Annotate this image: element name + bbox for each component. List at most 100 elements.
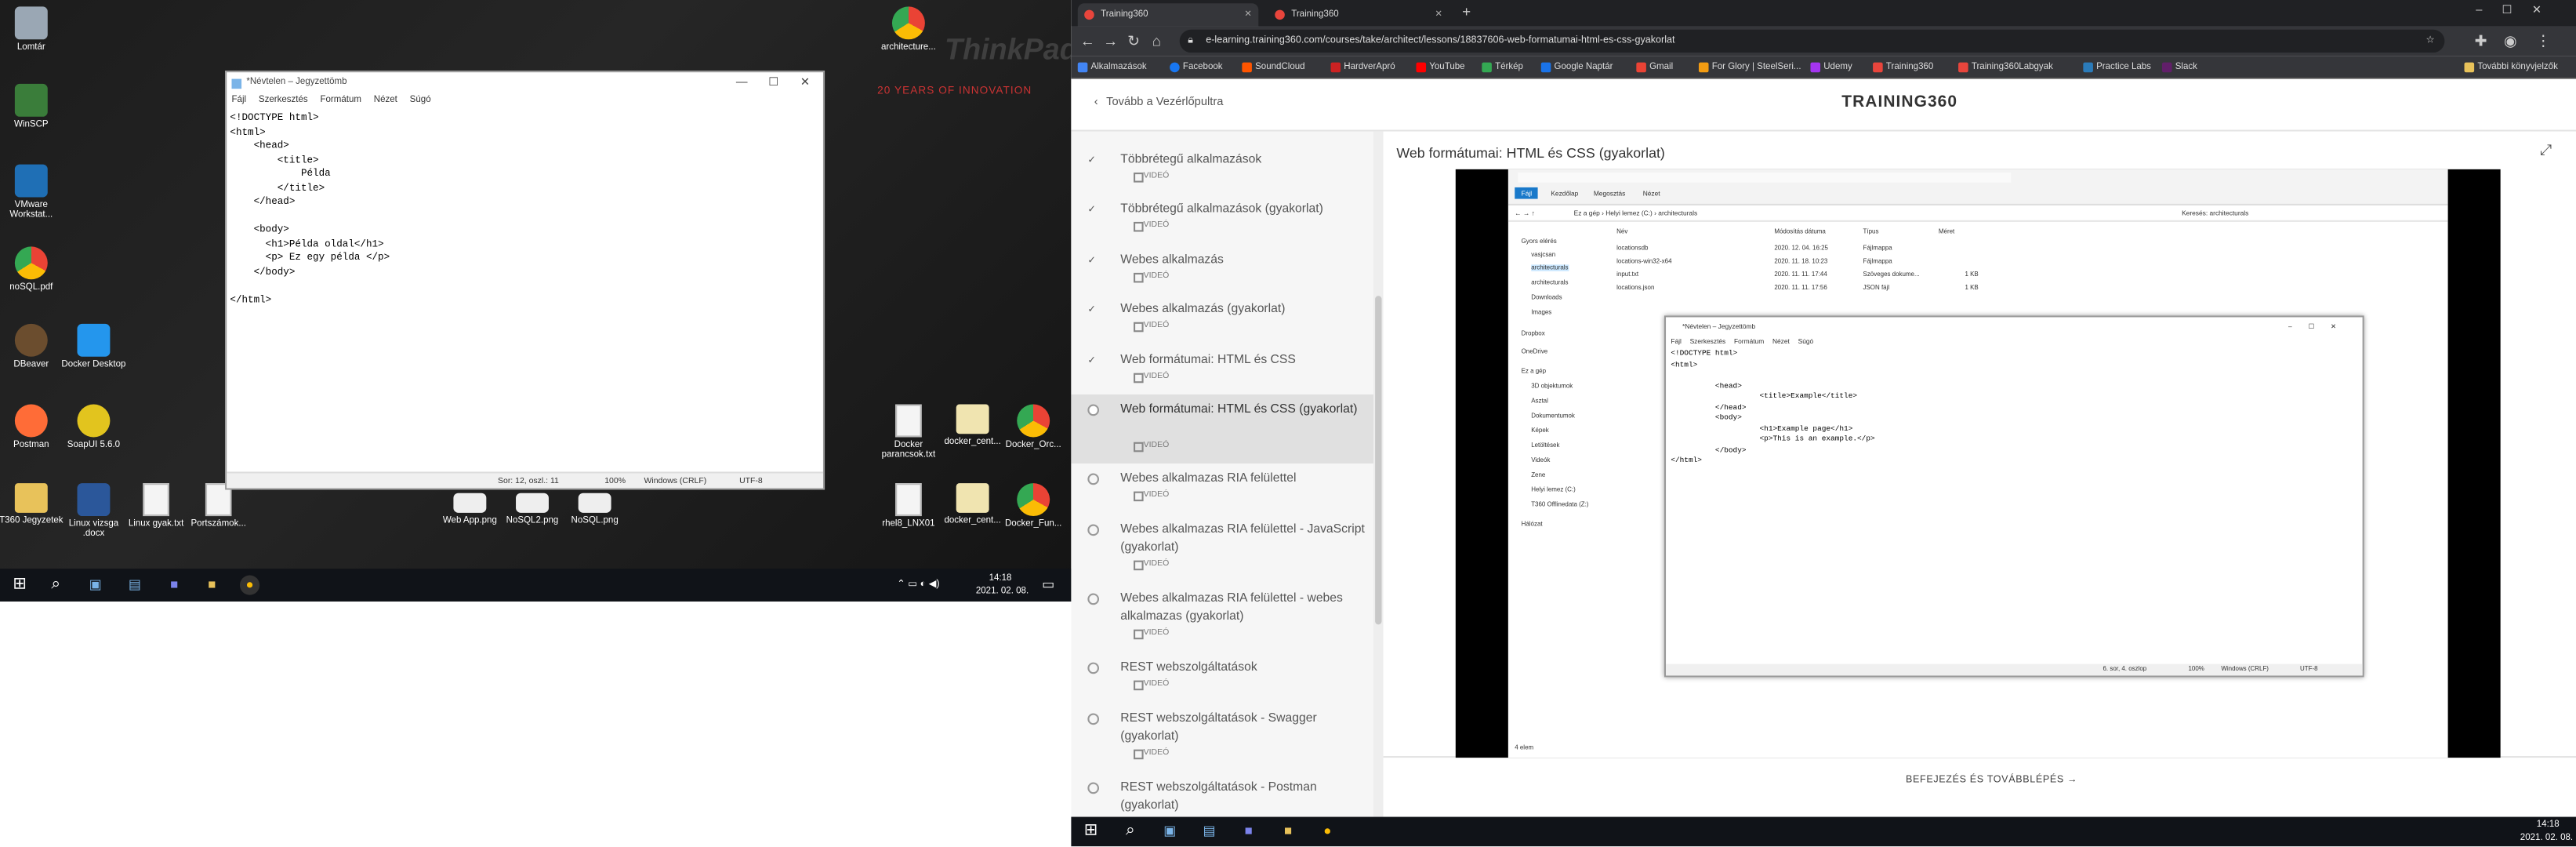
sidebar-scroll-thumb[interactable]	[1375, 296, 1382, 625]
back-to-dashboard-link[interactable]: ‹ Tovább a Vezérlőpultra	[1094, 97, 1224, 109]
minimize-icon[interactable]: —	[736, 72, 748, 93]
desktop-icon-linux-gyak[interactable]: Linux gyak.txt	[120, 483, 192, 529]
file-row[interactable]: locations-win32-x64	[1616, 258, 1671, 264]
complete-and-continue-button[interactable]: BEFEJEZÉS ÉS TOVÁBBLÉPÉS →	[1906, 776, 2077, 786]
video-player[interactable]: Fájl Kezdőlap Megosztás Nézet ← → ↑ Ez a…	[1455, 169, 2501, 758]
desktop-icon-soapui[interactable]: SoapUI 5.6.0	[57, 404, 129, 450]
menu-edit[interactable]: Szerkesztés	[259, 96, 308, 106]
ribbon-share-tab[interactable]: Megosztás	[1594, 189, 1626, 197]
teams-icon[interactable]: ■	[165, 575, 184, 594]
ribbon-home-tab[interactable]: Kezdőlap	[1551, 189, 1578, 197]
chrome-taskbar-icon[interactable]: ●	[1318, 822, 1337, 842]
training360-favicon	[1275, 9, 1285, 20]
desktop-icon-docker-parancsok[interactable]: Docker parancsok.txt	[873, 404, 945, 460]
bookmark-youtube[interactable]: YouTube	[1416, 56, 1465, 78]
desktop-icon-docker[interactable]: Docker Desktop	[57, 323, 129, 370]
search-icon[interactable]: ⌕	[46, 575, 66, 594]
tab-training360-1[interactable]: Training360 ✕	[1077, 3, 1259, 27]
desktop-icon-linux-vizsga[interactable]: Linux vizsga .docx	[57, 483, 129, 539]
check-icon: ✓	[1087, 205, 1096, 216]
bookmark-apps[interactable]: Alkalmazások	[1077, 56, 1147, 78]
training360-logo[interactable]: TRAINING360	[1841, 93, 1957, 111]
fullscreen-icon[interactable]: ⤢	[2540, 141, 2552, 159]
start-icon[interactable]: ⊞	[1081, 822, 1101, 842]
home-icon[interactable]: ⌂	[1147, 30, 1166, 53]
check-icon: ✓	[1087, 305, 1096, 316]
explorer-back-icon[interactable]: ← → ↑	[1515, 205, 1535, 222]
reload-icon[interactable]: ↻	[1123, 30, 1143, 53]
desktop-icon-docker-orc[interactable]: Docker_Orc...	[997, 404, 1069, 450]
teams-icon[interactable]: ■	[1239, 822, 1258, 842]
tab-training360-2[interactable]: Training360 ✕	[1268, 3, 1449, 26]
desktop-icon-portszamok[interactable]: Portszámok...	[183, 483, 255, 529]
browser-window: Training360 ✕ Training360 ✕ + –☐✕ ← → ↻ ⌂ …	[1071, 0, 2576, 817]
bookmark-google-naptar[interactable]: Google Naptár	[1540, 56, 1613, 78]
taskbar-2-time[interactable]: 14:18	[2537, 820, 2560, 831]
start-icon[interactable]: ⊞	[10, 575, 30, 594]
explorer-search[interactable]: Keresés: architecturals	[2182, 205, 2248, 222]
bookmark-practice-labs[interactable]: Practice Labs	[2083, 56, 2151, 78]
menu-file[interactable]: Fájl	[231, 96, 246, 106]
close-tab-icon[interactable]: ✕	[1244, 3, 1252, 26]
url-input[interactable]: 🔒︎ e-learning.training360.com/courses/tak…	[1179, 29, 2445, 53]
explorer-icon[interactable]: ■	[1278, 822, 1297, 842]
forward-icon[interactable]: →	[1101, 30, 1120, 53]
desktop-icon-rhel8[interactable]: rhel8_LNX01	[873, 483, 945, 529]
menu-view[interactable]: Nézet	[374, 96, 397, 106]
notepad-taskbar-icon[interactable]: ▤	[1199, 822, 1219, 842]
remote-icon[interactable]: ▣	[85, 575, 105, 594]
lesson-item-active[interactable]: Web formátumai: HTML és CSS (gyakorlat) V…	[1071, 394, 1374, 463]
back-icon[interactable]: ←	[1078, 30, 1098, 53]
desktop-icon-recycle[interactable]: Lomtár	[0, 6, 67, 53]
menu-icon[interactable]: ⋮	[2534, 30, 2553, 53]
taskbar-time[interactable]: 14:18	[989, 573, 1012, 583]
menu-help[interactable]: Súgó	[410, 96, 431, 106]
menu-format[interactable]: Formátum	[320, 96, 361, 106]
bookmark-steelseries[interactable]: For Glory | SteelSeri...	[1698, 56, 1801, 78]
desktop-icon-architecture[interactable]: architecture...	[873, 6, 945, 53]
taskbar-date[interactable]: 2021. 02. 08.	[976, 587, 1029, 597]
search-icon[interactable]: ⌕	[1120, 822, 1140, 842]
close-icon[interactable]: ✕	[800, 72, 810, 93]
extensions-icon[interactable]: ✚	[2471, 30, 2491, 53]
bookmark-soundcloud[interactable]: SoundCloud	[1242, 56, 1305, 78]
bookmark-gmail[interactable]: Gmail	[1636, 56, 1673, 78]
file-row[interactable]: locations.json	[1616, 285, 1654, 291]
desktop-icon-docker-fun[interactable]: Docker_Fun...	[997, 483, 1069, 529]
desktop-icon-nosql2[interactable]: NoSQL2.png	[496, 493, 568, 526]
profile-icon[interactable]: ◉	[2501, 30, 2520, 53]
file-row[interactable]: input.txt	[1616, 271, 1638, 278]
explorer-icon[interactable]: ■	[202, 575, 222, 594]
desktop-icon-vmware[interactable]: VMware Workstat...	[0, 164, 67, 220]
bookmark-udemy[interactable]: Udemy	[1810, 56, 1852, 78]
desktop-icon-webapp[interactable]: Web App.png	[434, 493, 506, 526]
bookmark-hardverapro[interactable]: HardverApró	[1330, 56, 1395, 78]
maximize-icon[interactable]: ☐	[768, 72, 778, 93]
remote-icon[interactable]: ▣	[1160, 822, 1180, 842]
notepad-editor[interactable]: <!DOCTYPE html> <html> <head> <title> Pé…	[227, 108, 823, 449]
notepad-window[interactable]: *Névtelen – Jegyzettömb — ☐ ✕ Fájl Szerk…	[225, 71, 825, 490]
chrome-taskbar-icon[interactable]: ●	[239, 575, 260, 595]
ribbon-view-tab[interactable]: Nézet	[1643, 189, 1660, 197]
file-row[interactable]: locationsdb	[1616, 245, 1648, 251]
ribbon-file-tab[interactable]: Fájl	[1515, 187, 1539, 199]
new-tab-icon[interactable]: +	[1462, 3, 1471, 20]
explorer-path[interactable]: Ez a gép › Helyi lemez (C:) › architectu…	[1574, 205, 1697, 222]
bookmark-star-icon[interactable]: ☆	[2426, 30, 2435, 53]
bookmark-facebook[interactable]: Facebook	[1170, 56, 1223, 78]
bookmark-more[interactable]: További könyvjelzők	[2464, 56, 2558, 78]
notepad-taskbar-icon[interactable]: ▤	[125, 575, 144, 594]
bookmark-slack[interactable]: Slack	[2161, 56, 2197, 78]
desktop-icon-nosql[interactable]: NoSQL.png	[559, 493, 631, 526]
notification-icon[interactable]: ▭	[1038, 575, 1058, 594]
window-controls[interactable]: –☐✕	[2476, 3, 2561, 16]
taskbar-2-date[interactable]: 2021. 02. 08.	[2520, 834, 2573, 844]
desktop-icon-winscp[interactable]: WinSCP	[0, 83, 67, 130]
bookmark-training360[interactable]: Training360	[1873, 56, 1933, 78]
desktop-icon-nosql-pdf[interactable]: noSQL.pdf	[0, 246, 67, 293]
bookmark-terkep[interactable]: Térkép	[1482, 56, 1523, 78]
bookmark-training360labgyak[interactable]: Training360Labgyak	[1958, 56, 2053, 78]
close-tab-icon[interactable]: ✕	[1435, 3, 1442, 26]
tray-icons[interactable]: ⌃ ▭ ◐ ◀)	[897, 575, 963, 594]
notepad-titlebar[interactable]: *Névtelen – Jegyzettömb — ☐ ✕	[227, 72, 823, 93]
